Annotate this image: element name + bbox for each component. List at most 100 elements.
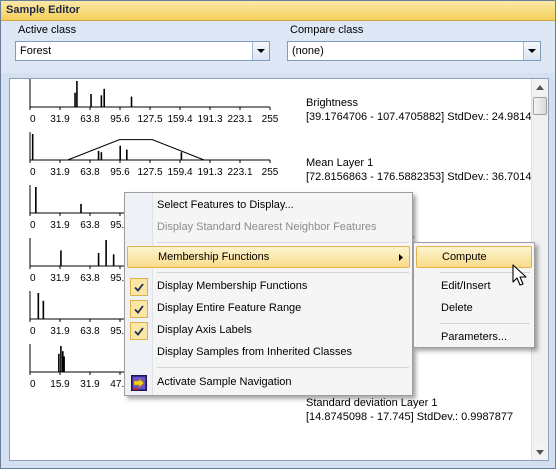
histogram-bar: [42, 300, 45, 319]
menu-item-select-features[interactable]: Select Features to Display...: [127, 195, 410, 217]
histogram-bar: [63, 356, 65, 372]
window-title: Sample Editor: [6, 4, 80, 16]
menu-separator: [157, 367, 409, 368]
axis-tick-label: 31.9: [50, 326, 70, 337]
axis-tick-label: 127.5: [137, 167, 162, 178]
histogram-bar: [74, 92, 76, 107]
menu-item-label: Display Standard Nearest Neighbor Featur…: [157, 221, 377, 233]
menu-item-label: Parameters...: [441, 331, 508, 343]
histogram-bar: [105, 240, 107, 266]
mouse-cursor-icon: [512, 264, 527, 286]
axis-tick-label: 255: [262, 167, 279, 178]
axis-tick-label: 0: [30, 114, 36, 125]
axis-tick-label: 31.9: [50, 273, 70, 284]
histogram-bar: [100, 95, 103, 107]
menu-item-activate-sample-navigation[interactable]: Activate Sample Navigation: [127, 372, 410, 394]
axis-tick-label: 31.9: [50, 114, 70, 125]
histogram-bar: [103, 88, 106, 107]
axis-tick-label: 0: [30, 220, 36, 231]
menu-item-label: Membership Functions: [158, 251, 270, 263]
histogram-bar: [180, 152, 183, 160]
axis-tick-label: 0: [30, 273, 36, 284]
axis-tick-label: 63.8: [80, 326, 100, 337]
menu-item-label: Edit/Insert: [441, 280, 491, 292]
menu-item-label: Display Entire Feature Range: [157, 302, 302, 314]
menu-item-display-entire-range[interactable]: Display Entire Feature Range: [127, 298, 410, 320]
axis-tick-label: 31.9: [50, 167, 70, 178]
histogram-bar: [97, 253, 100, 266]
feature-name: Mean Layer 1: [306, 157, 374, 169]
feature-histogram: 0 31.9 63.8 95.6 127.5 159.4 191.3 223.1 255: [29, 132, 279, 178]
axis-tick-label: 127.5: [137, 114, 162, 125]
menu-separator: [157, 242, 409, 243]
active-class-dropdown[interactable]: Forest: [15, 41, 270, 61]
submenu-item-parameters[interactable]: Parameters...: [416, 327, 532, 349]
histogram-bar: [130, 96, 133, 107]
axis-tick-label: 255: [262, 114, 279, 125]
axis-tick-label: 223.1: [227, 167, 252, 178]
axis-tick-label: 63.8: [80, 114, 100, 125]
scrollbar-thumb[interactable]: [533, 97, 547, 115]
axis-tick-label: 15.9: [50, 379, 70, 390]
menu-item-label: Delete: [441, 302, 473, 314]
feature-statistics: [14.8745098 - 17.745] StdDev.: 0.9987877: [306, 411, 514, 423]
axis-tick-label: 191.3: [197, 167, 222, 178]
submenu-item-delete[interactable]: Delete: [416, 298, 532, 320]
scroll-down-icon[interactable]: [532, 444, 548, 460]
compare-class-label: Compare class: [290, 24, 364, 36]
feature-name: Brightness: [306, 97, 358, 109]
menu-item-label: Select Features to Display...: [157, 199, 294, 211]
menu-item-membership-functions[interactable]: Membership Functions: [127, 246, 410, 268]
axis-tick-label: 95.6: [110, 167, 130, 178]
active-class-value: Forest: [20, 45, 52, 57]
axis-tick-label: 63.8: [80, 273, 100, 284]
sample-editor-window: Sample Editor Active class Forest Compar…: [0, 0, 556, 469]
histogram-bar: [80, 203, 82, 213]
menu-item-label: Display Membership Functions: [157, 280, 308, 292]
compare-class-value: (none): [292, 45, 324, 57]
menu-item-label: Compute: [442, 251, 487, 263]
axis-tick-label: 31.9: [80, 379, 100, 390]
histogram-bar: [31, 134, 34, 160]
submenu-arrow-icon: [399, 254, 403, 261]
histogram-bar: [60, 346, 62, 372]
navigation-arrow-icon: [131, 375, 147, 391]
axis-tick-label: 31.9: [50, 220, 70, 231]
axis-tick-label: 63.8: [80, 167, 100, 178]
histogram-bar: [58, 353, 60, 372]
menu-item-display-inherited-samples[interactable]: Display Samples from Inherited Classes: [127, 342, 410, 364]
menu-item-label: Display Samples from Inherited Classes: [157, 346, 353, 358]
membership-function-curve: [67, 139, 205, 161]
chevron-down-icon[interactable]: [252, 42, 269, 60]
chevron-down-icon[interactable]: [523, 42, 540, 60]
histogram-bar: [60, 250, 62, 266]
feature-histogram: 0 31.9 63.8 95.6 127.5 159.4 191.3 223.1 255: [29, 79, 279, 125]
histogram-bar: [100, 152, 103, 160]
histogram-bar: [112, 254, 115, 266]
title-bar[interactable]: Sample Editor: [1, 1, 555, 21]
menu-item-label: Activate Sample Navigation: [157, 376, 292, 388]
membership-functions-submenu: Compute Edit/Insert Delete Parameters...: [413, 242, 535, 348]
histogram-bar: [119, 145, 122, 160]
axis-tick-label: 191.3: [197, 114, 222, 125]
compare-class-dropdown[interactable]: (none): [287, 41, 541, 61]
histogram-bar: [97, 150, 100, 160]
histogram-bar: [76, 81, 78, 107]
checkmark-icon: [130, 300, 148, 318]
checkmark-icon: [130, 322, 148, 340]
menu-item-label: Display Axis Labels: [157, 324, 252, 336]
scroll-up-icon[interactable]: [532, 79, 548, 95]
menu-item-display-nn-features: Display Standard Nearest Neighbor Featur…: [127, 217, 410, 239]
histogram-bar: [35, 187, 37, 213]
menu-separator: [440, 323, 530, 324]
axis-tick-label: 63.8: [80, 220, 100, 231]
menu-item-display-axis-labels[interactable]: Display Axis Labels: [127, 320, 410, 342]
axis-tick-label: 159.4: [167, 114, 192, 125]
feature-name: Standard deviation Layer 1: [306, 397, 438, 409]
context-menu: Select Features to Display... Display St…: [124, 192, 413, 396]
class-selection-panel: Active class Forest Compare class (none): [1, 21, 555, 73]
menu-separator: [157, 272, 409, 273]
checkmark-icon: [130, 278, 148, 296]
menu-item-display-membership-functions[interactable]: Display Membership Functions: [127, 276, 410, 298]
active-class-label: Active class: [18, 24, 77, 36]
